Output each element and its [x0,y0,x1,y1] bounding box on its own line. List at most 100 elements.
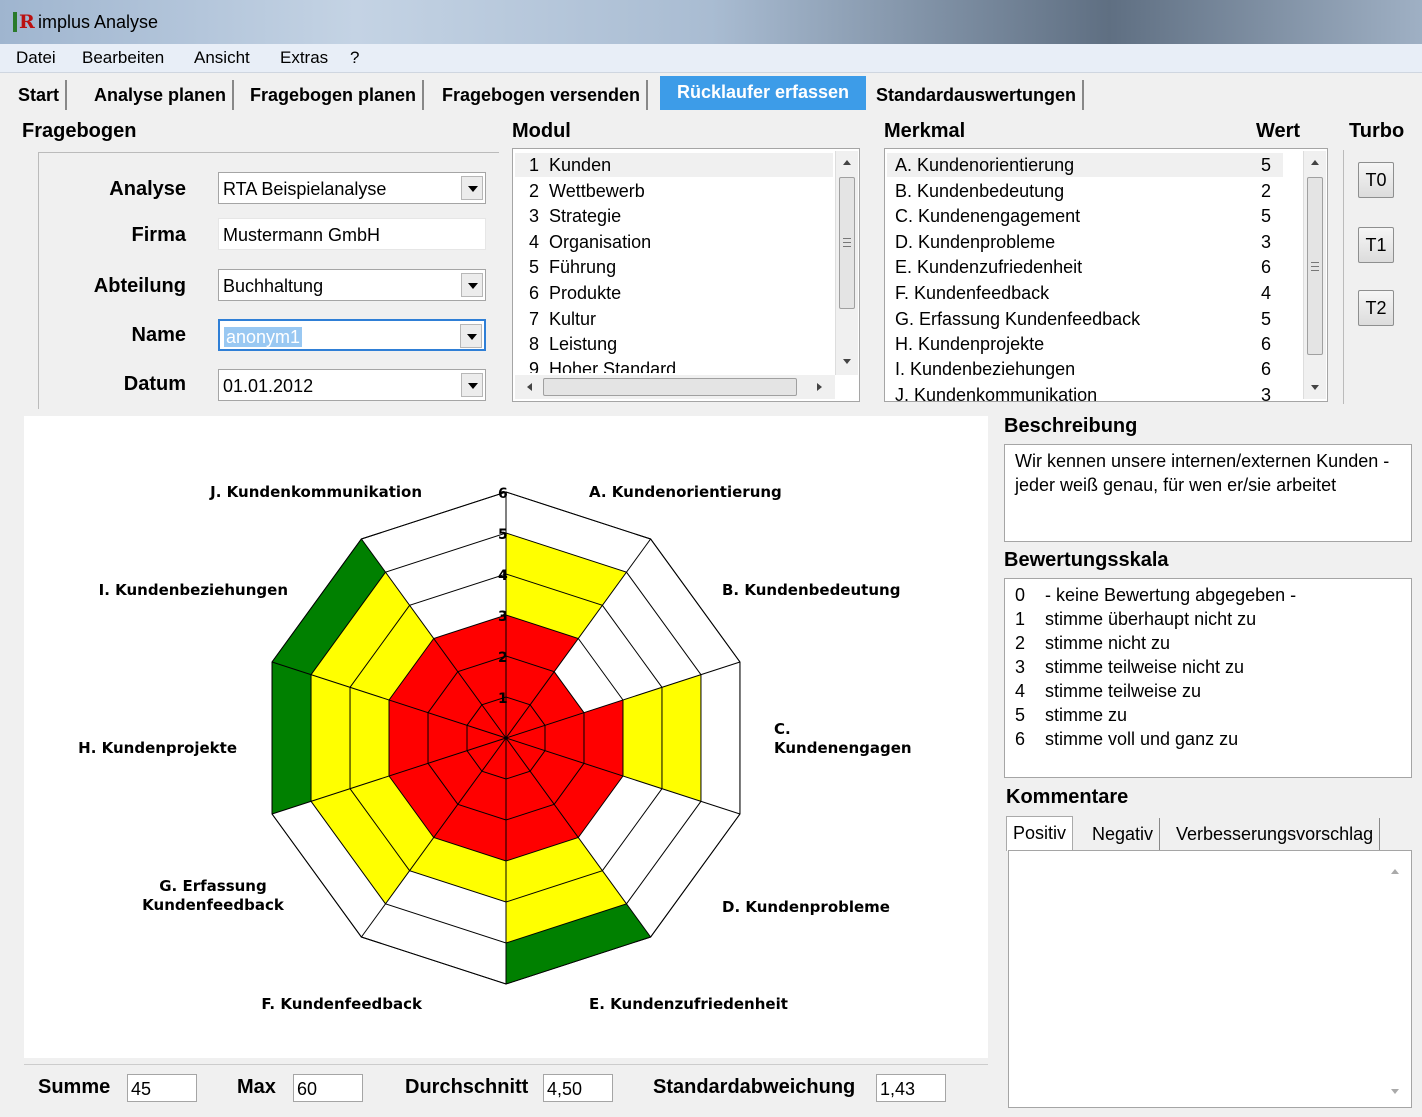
menu-help[interactable]: ? [350,48,359,68]
tab-fragebogen-versenden[interactable]: Fragebogen versenden [436,80,649,110]
list-item[interactable]: E. Kundenzufriedenheit [895,257,1082,278]
bewertungsskala-box: 0- keine Bewertung abgegeben - 1 stimme ü… [1004,578,1412,778]
modul-vscrollbar[interactable] [835,151,858,375]
chevron-down-icon[interactable] [461,176,483,200]
tab-standardauswertungen[interactable]: Standardauswertungen [870,80,1085,110]
scroll-left-icon[interactable] [527,383,532,391]
tab-verbesserungsvorschlag[interactable]: Verbesserungsvorschlag [1170,818,1381,850]
max-field[interactable]: 60 [293,1074,363,1102]
beschreibung-title: Beschreibung [1004,415,1138,437]
title-bar: R implus Analyse [0,0,1422,44]
list-item[interactable]: H. Kundenprojekte [895,334,1044,355]
modul-list[interactable]: 1 Kunden 2 Wettbewerb 3 Strategie 4 Orga… [512,148,860,402]
axis-label: I. Kundenbeziehungen [99,581,288,599]
merkmal-vscrollbar[interactable] [1303,151,1326,399]
chevron-down-icon[interactable] [460,324,482,348]
tab-ruecklaufer-erfassen[interactable]: Rücklaufer erfassen [660,76,866,110]
standardabweichung-field[interactable]: 1,43 [876,1074,946,1102]
scroll-down-icon[interactable] [843,359,851,364]
tab-fragebogen-planen[interactable]: Fragebogen planen [244,80,425,110]
abteilung-combo[interactable]: Buchhaltung [218,269,486,301]
analyse-value: RTA Beispielanalyse [223,179,387,199]
wert-cell: 6 [1261,257,1272,277]
scroll-up-icon[interactable] [1391,869,1399,874]
datum-combo[interactable]: 01.01.2012 [218,369,486,401]
scroll-down-icon[interactable] [1391,1089,1399,1094]
name-combo[interactable]: anonym1 [218,319,486,351]
menu-extras[interactable]: Extras [280,48,328,68]
list-item[interactable]: G. Erfassung Kundenfeedback [895,309,1140,330]
list-item[interactable]: 2 Wettbewerb [529,181,645,202]
scale-row: 3 stimme teilweise nicht zu [1015,657,1245,677]
durchschnitt-field[interactable]: 4,50 [543,1074,613,1102]
tick-label: 6 [498,486,508,502]
list-item[interactable]: J. Kundenkommunikation [895,385,1097,401]
list-item[interactable]: B. Kundenbedeutung [895,181,1064,202]
analyse-label: Analyse [109,178,186,200]
scroll-up-icon[interactable] [1311,160,1319,165]
firma-value: Mustermann GmbH [223,225,381,245]
kommentare-tabs: Positiv Negativ Verbesserungsvorschlag [1006,816,1412,851]
list-item[interactable]: D. Kundenprobleme [895,232,1055,253]
list-item[interactable]: 3 Strategie [529,206,621,227]
tab-positiv[interactable]: Positiv [1006,816,1074,851]
list-item[interactable]: F. Kundenfeedback [895,283,1049,304]
scroll-thumb[interactable] [839,177,855,309]
firma-field[interactable]: Mustermann GmbH [218,218,486,250]
list-item[interactable]: 5 Führung [529,257,616,278]
axis-label: C. Kundenengagen [774,720,912,757]
scale-row: 0- keine Bewertung abgegeben - [1015,585,1297,605]
tab-negativ[interactable]: Negativ [1086,818,1161,850]
list-item[interactable]: 7 Kultur [529,309,596,330]
tab-start[interactable]: Start [12,80,68,110]
list-item[interactable]: A. Kundenorientierung [895,155,1074,176]
menu-bar: Datei Bearbeiten Ansicht Extras ? [0,44,1422,73]
wert-cell: 6 [1261,359,1272,379]
radar-segment [350,687,390,789]
tab-analyse-planen[interactable]: Analyse planen [88,80,235,110]
beschreibung-text[interactable]: Wir kennen unsere internen/externen Kund… [1004,444,1412,542]
menu-ansicht[interactable]: Ansicht [194,48,250,68]
turbo-t0-button[interactable]: T0 [1358,162,1394,198]
wert-cell: 5 [1261,309,1272,329]
chart-panel: 1 2 3 4 5 6 A. Kundenorientierung B. Kundenbede… [24,416,988,1058]
analyse-combo[interactable]: RTA Beispielanalyse [218,172,486,204]
kommentare-title: Kommentare [1006,786,1129,808]
modul-hscrollbar[interactable] [515,375,835,399]
scroll-right-icon[interactable] [817,383,822,391]
modul-title: Modul [512,120,571,142]
radar-segment [311,674,351,802]
list-item[interactable]: 9 Hoher Standard [529,359,676,373]
scroll-up-icon[interactable] [843,160,851,165]
scale-row: 2 stimme nicht zu [1015,633,1171,653]
chevron-down-icon[interactable] [461,273,483,297]
menu-datei[interactable]: Datei [16,48,56,68]
scale-row: 6 stimme voll und ganz zu [1015,729,1239,749]
firma-label: Firma [131,224,186,246]
kommentar-vscrollbar[interactable] [1381,853,1409,1105]
chevron-down-icon[interactable] [461,373,483,397]
turbo-t1-button[interactable]: T1 [1358,227,1394,263]
scroll-thumb[interactable] [543,378,797,396]
turbo-t2-button[interactable]: T2 [1358,290,1394,326]
list-item[interactable]: 8 Leistung [529,334,617,355]
summe-field[interactable]: 45 [127,1074,197,1102]
axis-label: G. Erfassung Kundenfeedback [142,877,285,914]
list-item[interactable]: I. Kundenbeziehungen [895,359,1075,380]
list-item[interactable]: 6 Produkte [529,283,621,304]
wert-cell: 6 [1261,334,1272,354]
tick-label: 3 [498,609,508,625]
scroll-down-icon[interactable] [1311,385,1319,390]
scroll-thumb[interactable] [1307,177,1323,355]
list-item[interactable]: 1 Kunden [529,155,611,176]
kommentar-textarea[interactable] [1008,850,1412,1108]
scale-row: 4 stimme teilweise zu [1015,681,1202,701]
abteilung-label: Abteilung [93,275,186,297]
list-item[interactable]: C. Kundenengagement [895,206,1080,227]
axis-label: D. Kundenprobleme [722,898,890,916]
menu-bearbeiten[interactable]: Bearbeiten [82,48,164,68]
merkmal-list[interactable]: A. Kundenorientierung 5 B. Kundenbedeutu… [884,148,1328,402]
name-label: Name [131,324,186,346]
wert-cell: 4 [1261,283,1272,303]
list-item[interactable]: 4 Organisation [529,232,651,253]
